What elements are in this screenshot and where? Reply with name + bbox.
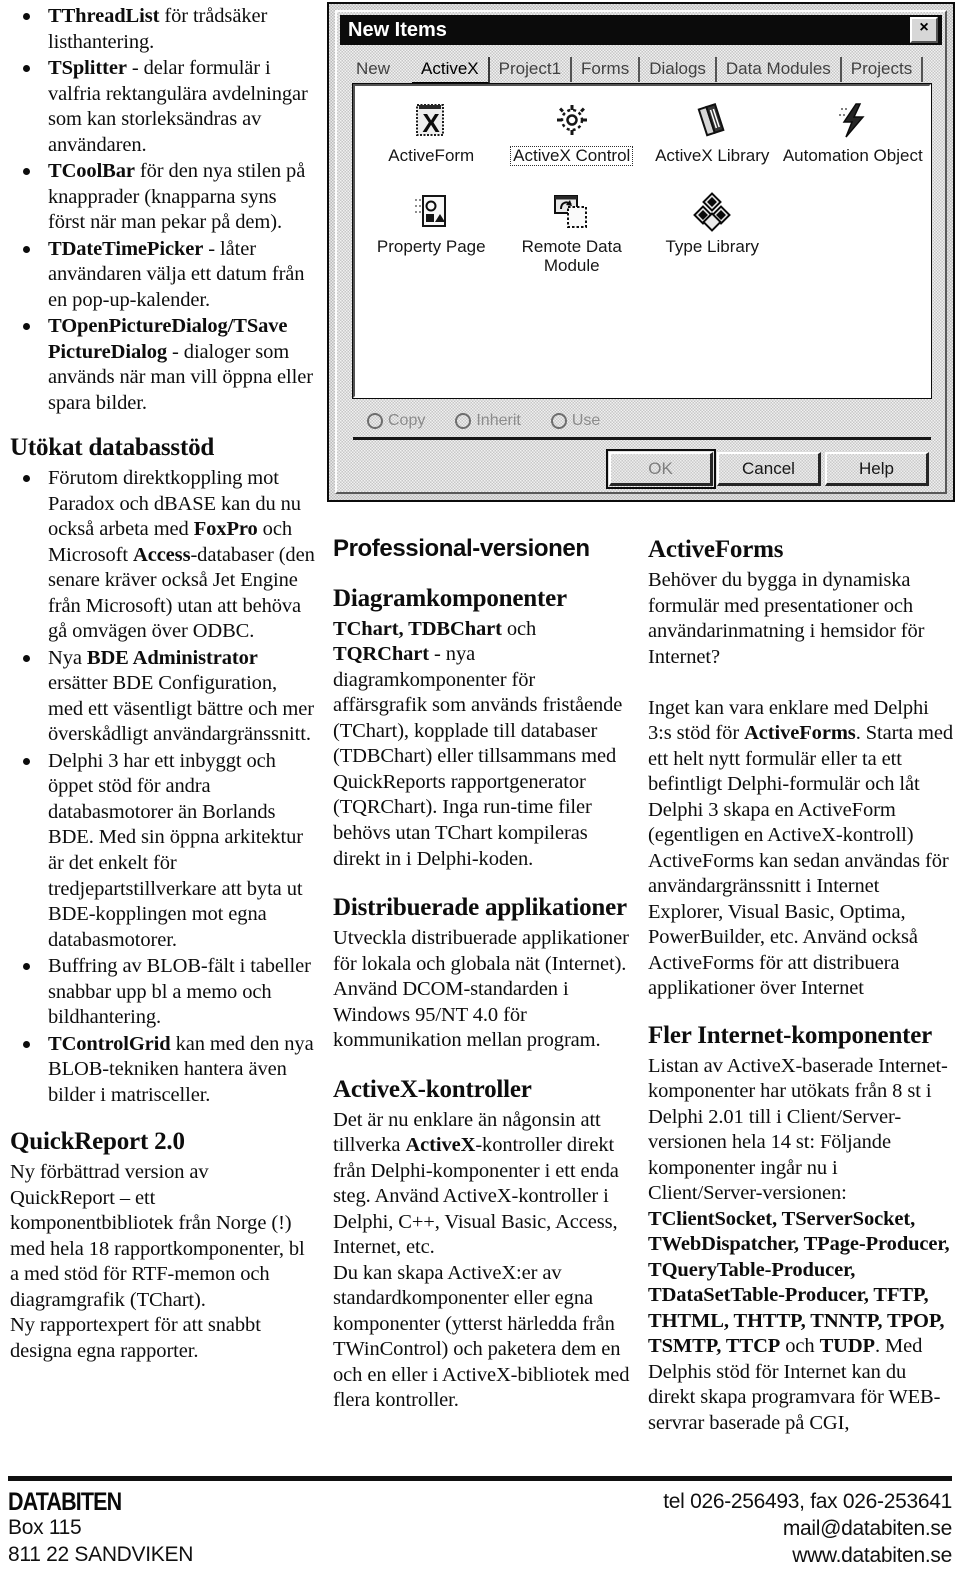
item-label: ActiveX Control	[510, 145, 634, 167]
close-icon[interactable]: ×	[910, 17, 938, 43]
ok-button[interactable]: OK	[606, 449, 716, 489]
section-database-support: Utökat databasstöd Förutom direktkopplin…	[10, 434, 315, 1108]
radio-use[interactable]: Use	[550, 411, 601, 430]
item-activeform[interactable]: X ActiveForm	[361, 100, 502, 165]
section-activeforms: ActiveForms Behöver du bygga in dynamisk…	[648, 536, 953, 1002]
feature-bullet-item: TThreadList för trådsäker listhantering.	[10, 4, 315, 55]
company-logo: DATABITEN	[8, 1488, 122, 1516]
section-distributed-apps: Distribuerade applikationer Utveckla dis…	[333, 894, 633, 1054]
paragraph: Ny förbättrad version av QuickReport – e…	[10, 1161, 305, 1311]
edition-kicker: Professional-versionen	[333, 535, 590, 562]
database-bullet-list: Förutom direktkoppling mot Paradox och d…	[10, 466, 315, 1108]
item-automation-object[interactable]: Automation Object	[783, 100, 924, 165]
item-activex-library[interactable]: ActiveX Library	[642, 100, 783, 165]
activeform-icon: X	[409, 100, 453, 142]
dialog-frame: New Items × New ActiveX Project1 Forms Dialo…	[335, 10, 947, 494]
automation-object-icon	[831, 100, 875, 142]
paragraph: Utveckla distribuerade applikationer för…	[333, 927, 629, 1052]
tab-projects[interactable]: Projects	[842, 57, 924, 82]
tab-dialogs[interactable]: Dialogs	[640, 57, 717, 82]
dialog-item-listpane[interactable]: X ActiveForm ActiveX Control ActiveX Librar…	[352, 83, 932, 399]
contact-email[interactable]: mail@databiten.se	[663, 1516, 952, 1543]
section-heading: QuickReport 2.0	[10, 1128, 185, 1156]
radio-dot-icon	[455, 412, 472, 429]
database-bullet-item: TControlGrid kan med den nya BLOB-teknik…	[10, 1032, 315, 1109]
tab-data-modules[interactable]: Data Modules	[717, 57, 842, 82]
item-remote-data-module[interactable]: Remote Data Module	[502, 191, 643, 275]
database-bullet-item: Nya BDE Administrator ersätter BDE Confi…	[10, 646, 315, 748]
database-bullet-item: Buffring av BLOB-fält i tabeller snabbar…	[10, 954, 315, 1031]
middle-column: Professional-versionen Diagramkomponente…	[333, 535, 633, 1414]
item-label: Type Library	[665, 237, 760, 257]
item-activex-control[interactable]: ActiveX Control	[502, 100, 643, 167]
paragraph: TChart, TDBChart och TQRChart - nya diag…	[333, 617, 623, 870]
item-icon-grid: X ActiveForm ActiveX Control ActiveX Librar…	[355, 86, 929, 275]
item-property-page[interactable]: Property Page	[361, 191, 502, 275]
dialog-radio-group[interactable]: Copy Inherit Use	[353, 404, 931, 440]
activex-control-icon	[550, 100, 594, 142]
feature-bullet-item: TDateTimePicker - låter användaren välja…	[10, 237, 315, 314]
dialog-titlebar: New Items ×	[340, 15, 942, 45]
magazine-page: TThreadList för trådsäker listhantering.…	[0, 0, 960, 1567]
tab-project1[interactable]: Project1	[490, 57, 573, 82]
item-label: Property Page	[376, 237, 486, 257]
section-heading: ActiveX-kontroller	[333, 1075, 532, 1103]
radio-dot-icon	[367, 412, 383, 429]
radio-copy[interactable]: Copy	[367, 412, 425, 430]
item-label: ActiveForm	[388, 146, 475, 165]
section-heading: ActiveForms	[648, 536, 784, 563]
database-bullet-item: Förutom direktkoppling mot Paradox och d…	[10, 466, 315, 645]
radio-label: Copy	[388, 411, 426, 429]
paragraph: Behöver du bygga in dynamiska formulär m…	[648, 569, 953, 1000]
left-column: TThreadList för trådsäker listhantering.…	[10, 4, 315, 1364]
help-button[interactable]: Help	[825, 452, 929, 486]
footer-address-block: DATABITEN Box 115 811 22 SANDVIKEN	[8, 1489, 193, 1570]
dialog-button-row[interactable]: OK Cancel Help	[606, 449, 929, 489]
type-library-icon	[690, 191, 734, 233]
remote-data-module-icon	[550, 191, 594, 233]
item-label: Remote Data Module	[521, 237, 622, 275]
contact-phone: tel 026-256493, fax 026-253641	[663, 1490, 952, 1513]
section-activex-controls: ActiveX-kontroller Det är nu enklare än …	[333, 1076, 633, 1414]
dialog-title: New Items	[348, 18, 447, 41]
item-type-library[interactable]: Type Library	[642, 191, 783, 275]
tab-new[interactable]: New	[347, 57, 412, 82]
new-items-dialog-screenshot: New Items × New ActiveX Project1 Forms Dialo…	[327, 2, 955, 502]
feature-bullet-item: TOpenPictureDialog/TSave PictureDialog -…	[10, 314, 315, 416]
footer-divider	[8, 1476, 952, 1481]
cancel-button[interactable]: Cancel	[717, 452, 821, 486]
dialog-tabstrip[interactable]: New ActiveX Project1 Forms Dialogs Data Modul…	[347, 54, 935, 84]
footer-columns: DATABITEN Box 115 811 22 SANDVIKEN tel 0…	[8, 1489, 952, 1570]
footer-contact-block: tel 026-256493, fax 026-253641 mail@data…	[663, 1489, 952, 1570]
section-chart-components: Diagramkomponenter TChart, TDBChart och …	[333, 585, 633, 872]
database-bullet-item: Delphi 3 har ett inbyggt och öppet stöd …	[10, 749, 315, 953]
paragraph: Ny rapportexpert för att snabbt designa …	[10, 1314, 261, 1362]
address-line-1: Box 115	[8, 1516, 82, 1540]
tab-activex[interactable]: ActiveX	[412, 57, 490, 84]
radio-label: Inherit	[476, 411, 521, 429]
tab-forms[interactable]: Forms	[572, 57, 641, 82]
section-heading: Diagramkomponenter	[333, 584, 567, 612]
feature-bullet-item: TCoolBar för den nya stilen på knapprade…	[10, 159, 315, 236]
paragraph: Listan av ActiveX-baserade Internet-komp…	[648, 1054, 950, 1434]
paragraph: Det är nu enklare än någonsin att tillve…	[333, 1108, 630, 1412]
feature-bullet-item: TSplitter - delar formulär i valfria rek…	[10, 56, 315, 158]
page-footer: DATABITEN Box 115 811 22 SANDVIKEN tel 0…	[8, 1476, 952, 1567]
radio-inherit[interactable]: Inherit	[455, 411, 521, 430]
section-heading: Fler Internet-komponenter	[648, 1021, 933, 1049]
activex-library-icon	[690, 100, 734, 142]
radio-label: Use	[571, 411, 601, 429]
property-page-icon	[409, 191, 453, 233]
svg-text:X: X	[423, 108, 441, 138]
section-heading: Distribuerade applikationer	[333, 894, 627, 922]
section-heading: Utökat databasstöd	[10, 434, 215, 462]
item-label: Automation Object	[782, 146, 923, 165]
section-quickreport: QuickReport 2.0 Ny förbättrad version av…	[10, 1128, 315, 1364]
contact-website[interactable]: www.databiten.se	[663, 1543, 952, 1570]
radio-dot-icon	[550, 412, 567, 429]
item-label: ActiveX Library	[655, 146, 770, 165]
section-internet-components: Fler Internet-komponenter Listan av Acti…	[648, 1022, 953, 1437]
feature-bullet-list-top: TThreadList för trådsäker listhantering.…	[10, 4, 315, 416]
right-column: ActiveForms Behöver du bygga in dynamisk…	[648, 536, 953, 1437]
